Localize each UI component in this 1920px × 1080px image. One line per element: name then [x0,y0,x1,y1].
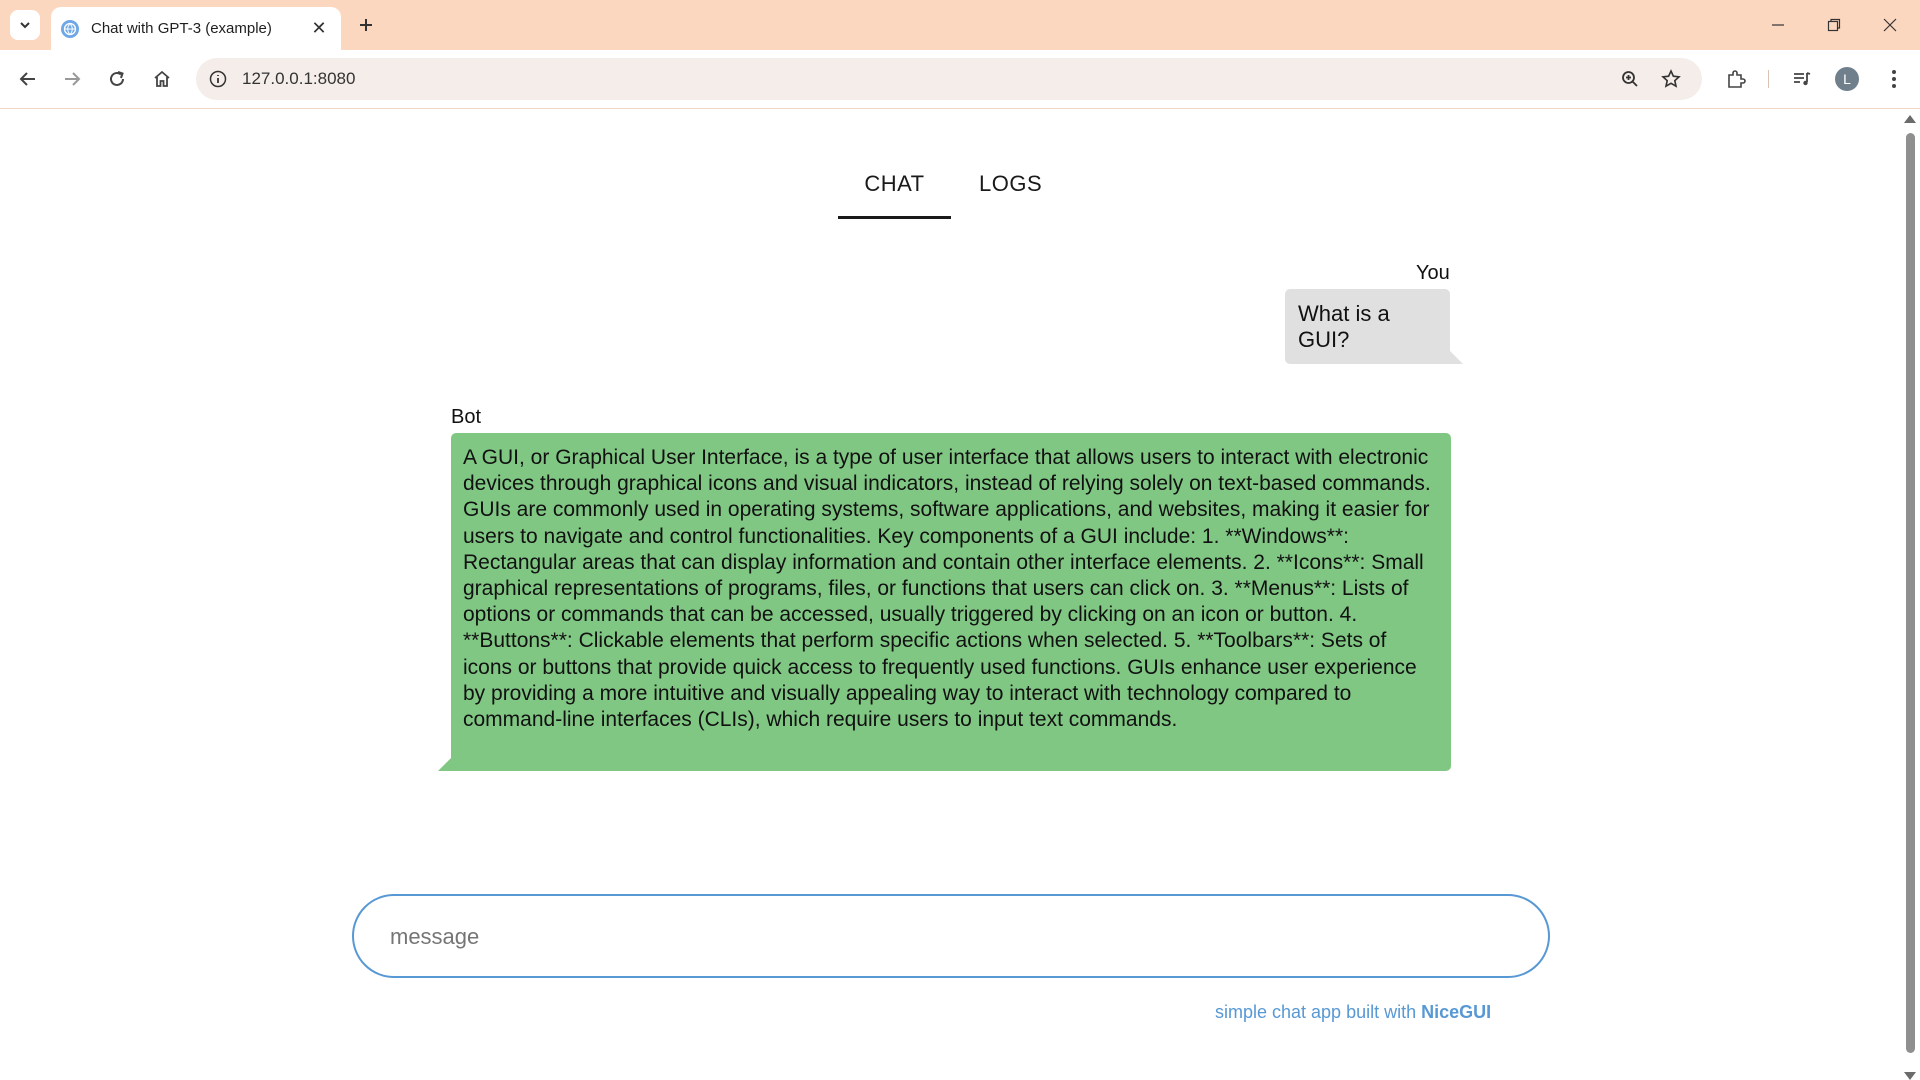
tab-chat[interactable]: CHAT [838,149,951,219]
tab-search-button[interactable] [10,10,40,40]
browser-toolbar: 127.0.0.1:8080 [0,50,1920,109]
more-menu-icon[interactable] [1878,63,1910,95]
tab-logs[interactable]: LOGS [951,149,1070,219]
forward-button[interactable] [56,63,88,95]
page-tabs: CHAT LOGS [838,149,1070,219]
plus-icon [360,19,372,31]
page-scrollbar[interactable] [1900,109,1920,1080]
home-button[interactable] [146,63,178,95]
restore-button[interactable] [1806,0,1862,50]
site-info-icon[interactable] [206,67,230,91]
footer-text: simple chat app built with [1215,1002,1417,1022]
bookmark-star-icon[interactable] [1659,67,1683,91]
toolbar-divider [1768,70,1769,88]
minimize-button[interactable] [1750,0,1806,50]
bot-sender-label: Bot [451,406,482,428]
close-icon [1883,18,1897,32]
close-tab-icon[interactable]: ✕ [307,17,331,41]
media-controls-icon[interactable] [1786,63,1818,95]
home-icon [154,70,170,87]
new-tab-button[interactable] [352,11,380,39]
back-button[interactable] [12,63,44,95]
tab-title: Chat with GPT-3 (example) [91,20,272,37]
message-input-container [352,894,1550,978]
scroll-thumb[interactable] [1906,133,1915,1053]
chevron-down-icon [20,22,30,29]
address-bar[interactable]: 127.0.0.1:8080 [196,58,1702,100]
zoom-icon[interactable] [1618,67,1642,91]
browser-tab[interactable]: Chat with GPT-3 (example) ✕ [51,7,341,50]
bot-message-bubble: A GUI, or Graphical User Interface, is a… [451,433,1451,771]
scroll-up-icon[interactable] [1904,115,1916,123]
nicegui-link[interactable]: NiceGUI [1421,1002,1491,1022]
profile-avatar[interactable]: L [1835,67,1859,91]
url-text: 127.0.0.1:8080 [242,69,356,88]
reload-icon [110,71,124,86]
arrow-left-icon [19,72,35,86]
arrow-right-icon [65,72,81,86]
bot-bubble-tail [438,758,451,771]
message-input[interactable] [388,916,1512,958]
page-content: CHAT LOGS You What is a GUI? Bot A GUI, … [0,109,1900,1080]
extensions-icon[interactable] [1720,63,1752,95]
browser-titlebar: Chat with GPT-3 (example) ✕ [0,0,1920,50]
reload-button[interactable] [101,63,133,95]
restore-icon [1827,18,1841,32]
user-bubble-tail [1450,351,1463,364]
minimize-icon [1772,24,1784,26]
user-message-bubble: What is a GUI? [1285,289,1450,364]
globe-icon [61,19,79,38]
close-window-button[interactable] [1862,0,1918,50]
footer-credit: simple chat app built with NiceGUI [1215,1002,1491,1023]
user-sender-label: You [1416,262,1450,284]
scroll-down-icon[interactable] [1904,1072,1916,1080]
